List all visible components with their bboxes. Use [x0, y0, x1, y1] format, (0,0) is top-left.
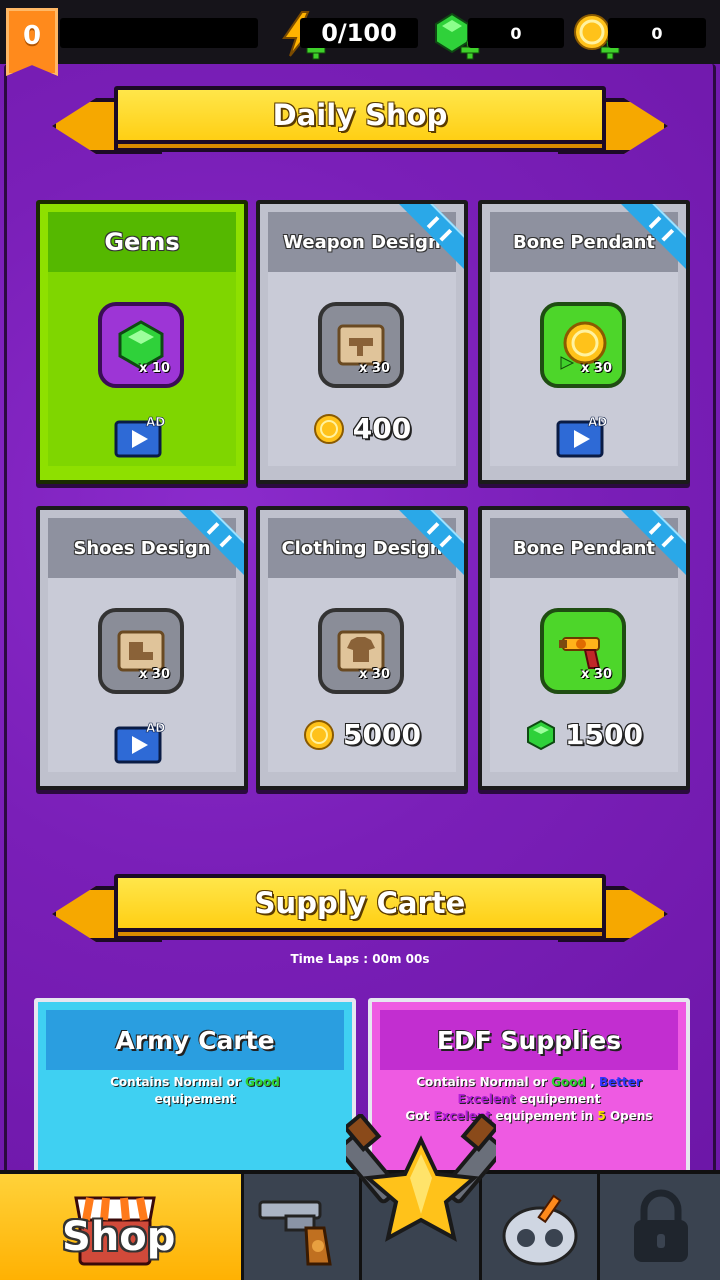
desc-text: Contains Normal or — [110, 1075, 245, 1089]
xp-bar — [60, 18, 258, 48]
ad-label: AD — [588, 415, 607, 429]
weapon-design-scroll-icon: x 30 — [318, 302, 404, 388]
price-tag[interactable]: 400 — [260, 412, 464, 445]
energy-counter: 0/100 — [300, 18, 418, 48]
ad-label: AD — [146, 415, 165, 429]
army-carte-description: Contains Normal or Good equipement — [54, 1074, 336, 1108]
desc-text: , — [586, 1075, 599, 1089]
tab-shop-label: Shop — [62, 1214, 176, 1260]
watch-ad-button[interactable]: AD — [114, 414, 166, 458]
shop-card-clothing-design[interactable]: Clothing Design x 30 5000 — [256, 506, 468, 790]
desc-text: equipement — [154, 1092, 236, 1106]
top-bar: 0/100 0 0 — [0, 0, 720, 64]
shop-card-bone-pendant-2[interactable]: Bone Pendant x 30 1500 — [478, 506, 690, 790]
desc-text: equipement — [515, 1092, 601, 1106]
price-value: 5000 — [343, 718, 421, 751]
desc-text: Opens — [605, 1109, 653, 1123]
army-carte-card[interactable]: Army Carte Contains Normal or Good equip… — [34, 998, 356, 1198]
item-quantity: x 30 — [138, 667, 170, 682]
tab-weapons[interactable] — [244, 1174, 362, 1280]
item-quantity: x 30 — [580, 361, 612, 376]
shop-card-bone-pendant-1[interactable]: Bone Pendant x 30 AD — [478, 200, 690, 484]
gem-icon — [527, 719, 556, 750]
supply-carte-banner: Supply Carte — [52, 872, 668, 950]
coin-item-icon: x 30 — [540, 302, 626, 388]
desc-excellent: Excelent — [457, 1092, 516, 1106]
lock-icon — [634, 1189, 688, 1262]
tab-locked[interactable] — [600, 1174, 720, 1280]
shop-card-gems[interactable]: Gems x 10 AD — [36, 200, 248, 484]
star-emblem-icon[interactable] — [346, 1114, 496, 1264]
item-quantity: x 30 — [580, 667, 612, 682]
revolver-icon — [258, 1200, 332, 1266]
shop-card-shoes-design[interactable]: Shoes Design x 30 AD — [36, 506, 248, 790]
skull-icon — [502, 1194, 578, 1266]
item-quantity: x 10 — [138, 361, 170, 376]
price-tag[interactable]: 5000 — [260, 718, 464, 751]
edf-supplies-title: EDF Supplies — [380, 1010, 678, 1070]
supply-carte-title: Supply Carte — [114, 874, 606, 932]
card-title: Gems — [48, 212, 236, 272]
ad-label: AD — [146, 721, 165, 735]
desc-text: Contains Normal or — [416, 1075, 552, 1089]
supply-timer: Time Laps : 00m 00s — [290, 952, 430, 966]
price-value: 400 — [352, 412, 412, 445]
clothing-design-scroll-icon: x 30 — [318, 608, 404, 694]
desc-better: Better — [598, 1075, 642, 1089]
item-quantity: x 30 — [358, 667, 390, 682]
price-value: 1500 — [565, 718, 643, 751]
shoes-design-scroll-icon: x 30 — [98, 608, 184, 694]
coin-icon — [313, 413, 344, 444]
watch-ad-button[interactable]: AD — [114, 720, 166, 764]
daily-shop-title: Daily Shop — [114, 86, 606, 144]
tab-shop[interactable]: Shop — [0, 1174, 244, 1280]
watch-ad-button[interactable]: AD — [556, 414, 608, 458]
tab-skull[interactable] — [482, 1174, 600, 1280]
coin-icon — [304, 719, 335, 750]
desc-text: equipement in — [491, 1109, 598, 1123]
daily-shop-banner: Daily Shop — [52, 84, 668, 162]
army-carte-title: Army Carte — [46, 1010, 344, 1070]
gem-counter: 0 — [468, 18, 564, 48]
desc-good: Good — [551, 1075, 587, 1089]
revolver-item-icon: x 30 — [540, 608, 626, 694]
coin-counter: 0 — [608, 18, 706, 48]
desc-count: 5 — [597, 1109, 606, 1123]
shop-card-weapon-design[interactable]: Weapon Design x 30 400 — [256, 200, 468, 484]
price-tag[interactable]: 1500 — [482, 718, 686, 751]
desc-good: Good — [244, 1075, 280, 1089]
gem-item-icon: x 10 — [98, 302, 184, 388]
item-quantity: x 30 — [358, 361, 390, 376]
